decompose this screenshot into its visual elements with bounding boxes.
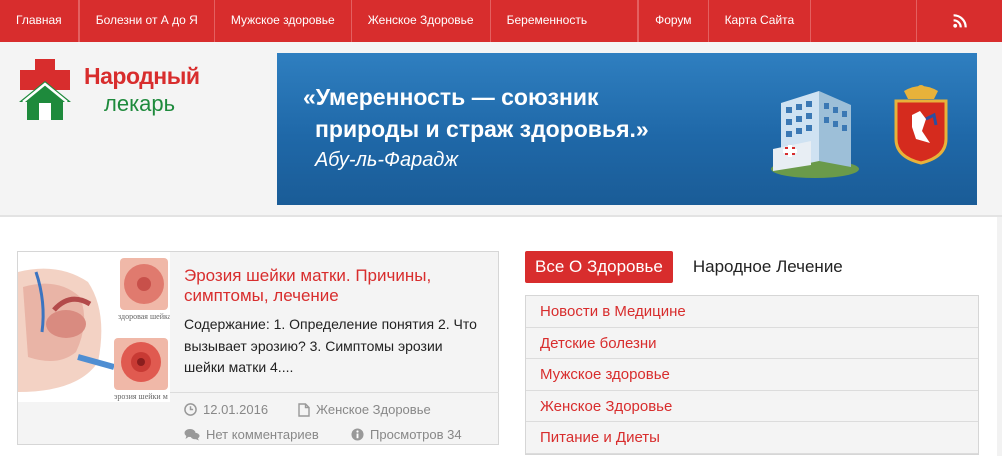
- meta-views: Просмотров 34: [351, 427, 462, 442]
- nav-item-womens-health[interactable]: Женское Здоровье: [352, 0, 491, 42]
- category-item-womens-health[interactable]: Женское Здоровье: [526, 391, 978, 422]
- category-item-childrens-diseases[interactable]: Детские болезни: [526, 328, 978, 359]
- category-item-mens-health[interactable]: Мужское здоровье: [526, 359, 978, 391]
- thumbnail-caption-erosion: эрозия шейки м: [114, 392, 168, 401]
- category-item-medical-news[interactable]: Новости в Медицине: [526, 296, 978, 328]
- logo-subtitle: лекарь: [104, 91, 176, 116]
- info-icon: [351, 428, 364, 441]
- rss-icon: [952, 14, 967, 28]
- banner-quote-line2: природы и страж здоровья.»: [315, 116, 649, 142]
- tab-folk-treatment[interactable]: Народное Лечение: [673, 251, 843, 283]
- article-views: Просмотров 34: [370, 427, 462, 442]
- tab-all-about-health[interactable]: Все О Здоровье: [525, 251, 673, 283]
- banner-quote-line1: «Умеренность — союзник: [303, 84, 599, 110]
- header-banner[interactable]: «Умеренность — союзник природы и страж з…: [277, 53, 977, 205]
- nav-item-mens-health[interactable]: Мужское здоровье: [215, 0, 352, 42]
- article-thumbnail[interactable]: здоровая шейка м эрозия шейки м: [18, 252, 170, 402]
- document-icon: [298, 402, 310, 417]
- logo-cross-house-icon: [19, 59, 71, 120]
- article-title[interactable]: Эрозия шейки матки. Причины, симптомы, л…: [184, 266, 484, 306]
- page-edge: [997, 217, 1002, 456]
- site-header: Народный лекарь «Умеренность — союзник п…: [0, 42, 1002, 217]
- thumbnail-caption-healthy: здоровая шейка м: [118, 312, 170, 321]
- meta-comments: Нет комментариев: [184, 427, 319, 442]
- rss-button[interactable]: [916, 0, 1002, 42]
- category-list: Новости в Медицине Детские болезни Мужск…: [525, 295, 979, 455]
- banner-quote: «Умеренность — союзник природы и страж з…: [303, 81, 649, 145]
- banner-author: Абу-ль-Фарадж: [315, 149, 459, 171]
- logo-title: Народный: [84, 63, 200, 89]
- article-excerpt: Содержание: 1. Определение понятия 2. Чт…: [184, 316, 477, 375]
- top-navigation: Главная Болезни от А до Я Мужское здоров…: [0, 0, 1002, 42]
- article-comments[interactable]: Нет комментариев: [206, 427, 319, 442]
- article-card: здоровая шейка м эрозия шейки м Эрозия ш…: [17, 251, 499, 445]
- comments-icon: [184, 429, 200, 441]
- sidebar-tabs: Все О Здоровье Народное Лечение: [525, 251, 843, 283]
- nav-item-diseases-a-z[interactable]: Болезни от А до Я: [78, 0, 215, 42]
- hospital-building-icon: [771, 91, 859, 178]
- category-item-nutrition-diets[interactable]: Питание и Диеты: [526, 422, 978, 454]
- article-date: 12.01.2016: [203, 402, 269, 417]
- card-divider: [170, 392, 499, 393]
- nav-item-home[interactable]: Главная: [0, 0, 79, 42]
- nav-item-pregnancy[interactable]: Беременность: [491, 0, 639, 42]
- nav-item-sitemap[interactable]: Карта Сайта: [709, 0, 812, 42]
- nav-item-forum[interactable]: Форум: [638, 0, 709, 42]
- clock-icon: [184, 403, 197, 416]
- anatomy-illustration: [18, 252, 170, 402]
- coat-of-arms-icon: [894, 85, 948, 165]
- meta-date: 12.01.2016: [184, 402, 268, 417]
- meta-category: Женское Здоровье: [298, 402, 431, 417]
- article-category[interactable]: Женское Здоровье: [316, 402, 431, 417]
- site-logo[interactable]: Народный лекарь: [16, 57, 226, 127]
